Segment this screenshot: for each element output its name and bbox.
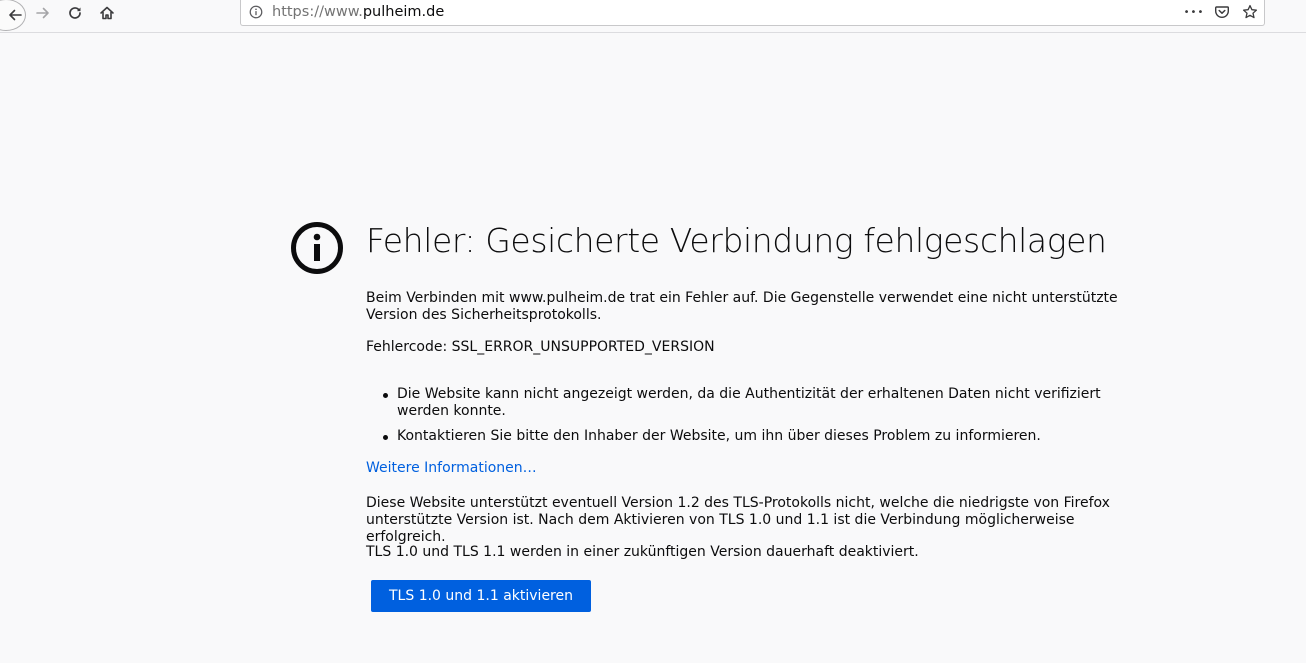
- list-item: Die Website kann nicht angezeigt werden,…: [366, 386, 1146, 420]
- reload-icon: [69, 7, 81, 19]
- error-title: Fehler: Gesicherte Verbindung fehlgeschl…: [366, 221, 1107, 260]
- error-description: Beim Verbinden mit www.pulheim.de trat e…: [366, 290, 1118, 323]
- reload-button[interactable]: [62, 0, 88, 26]
- url-text[interactable]: https://www.pulheim.de: [272, 3, 444, 21]
- bookmark-button[interactable]: [1240, 2, 1260, 22]
- home-icon: [100, 6, 114, 20]
- url-bar[interactable]: https://www.pulheim.de •••: [240, 0, 1265, 26]
- browser-toolbar: https://www.pulheim.de •••: [0, 0, 1306, 33]
- page-actions-button[interactable]: •••: [1184, 2, 1204, 22]
- site-info-button[interactable]: [247, 3, 265, 21]
- error-hints-list: Die Website kann nicht angezeigt werden,…: [366, 386, 1146, 453]
- back-button[interactable]: [0, 0, 26, 31]
- more-info-link[interactable]: Weitere Informationen…: [366, 460, 537, 477]
- info-icon: [249, 5, 263, 19]
- tls-note: Diese Website unterstützt eventuell Vers…: [366, 495, 1110, 545]
- pocket-button[interactable]: [1212, 2, 1232, 22]
- back-arrow-icon: [9, 9, 22, 21]
- enable-tls-button[interactable]: TLS 1.0 und 1.1 aktivieren: [371, 580, 591, 612]
- home-button[interactable]: [94, 0, 120, 26]
- url-scheme: https://www.: [272, 4, 363, 20]
- info-circle-icon: [291, 222, 343, 274]
- tls-deprecation-note: TLS 1.0 und TLS 1.1 werden in einer zukü…: [366, 544, 919, 560]
- url-host: pulheim.de: [362, 4, 445, 20]
- url-page-actions: •••: [1184, 2, 1260, 22]
- bookmark-star-icon: [1242, 4, 1258, 19]
- error-code: Fehlercode: SSL_ERROR_UNSUPPORTED_VERSIO…: [366, 339, 715, 355]
- forward-arrow-icon: [36, 7, 49, 19]
- pocket-icon: [1215, 6, 1229, 18]
- list-item: Kontaktieren Sie bitte den Inhaber der W…: [366, 428, 1146, 445]
- forward-button[interactable]: [30, 0, 56, 26]
- more-actions-icon: •••: [1183, 6, 1205, 18]
